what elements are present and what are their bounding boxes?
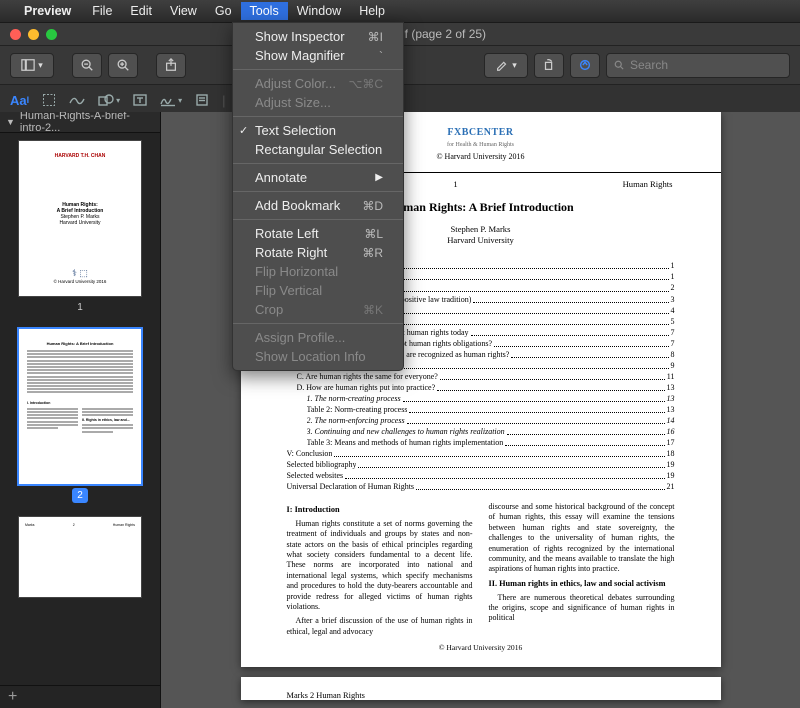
fxb-subtitle: for Health & Human Rights [447, 142, 514, 148]
menu-view[interactable]: View [161, 2, 206, 20]
search-field[interactable]: Search [606, 53, 790, 78]
text-tool[interactable] [133, 93, 147, 107]
menu-flip-horizontal: Flip Horizontal [233, 262, 403, 281]
view-mode-button[interactable]: ▾ [10, 53, 54, 78]
menu-assign-profile: Assign Profile... [233, 328, 403, 347]
add-page-button[interactable]: + [0, 685, 160, 708]
toc-row: Selected bibliography19 [287, 459, 675, 470]
checkmark-icon: ✓ [239, 124, 248, 137]
share-button[interactable] [156, 53, 186, 78]
thumbnail-page-3[interactable]: Marks2Human Rights [19, 517, 141, 597]
doc-author: Stephen P. Marks [451, 224, 511, 234]
thumbnail-label-1: 1 [72, 300, 88, 315]
page-footer: © Harvard University 2016 [287, 643, 675, 653]
zoom-window-button[interactable] [46, 29, 57, 40]
zoom-in-button[interactable] [108, 53, 138, 78]
para-4: There are numerous theoretical debates s… [489, 593, 675, 624]
toc-row: 2. The norm-enforcing process14 [287, 415, 675, 426]
close-window-button[interactable] [10, 29, 21, 40]
thumb1-logo: HARVARD T.H. CHAN [29, 153, 131, 159]
menu-flip-vertical: Flip Vertical [233, 281, 403, 300]
toc-row: D. How are human rights put into practic… [287, 382, 675, 393]
para-3: discourse and some historical background… [489, 502, 675, 575]
file-name: Human-Rights-A-brief-intro-2... [20, 112, 154, 134]
running-title: Human Rights [623, 179, 673, 190]
menubar: Preview File Edit View Go Tools Window H… [0, 0, 800, 23]
rotate-button[interactable] [534, 53, 564, 78]
heading-intro: I: Introduction [287, 505, 473, 516]
tools-menu-dropdown: Show Inspector⌘I Show Magnifier` Adjust … [232, 22, 404, 371]
doc-affil: Harvard University [447, 235, 514, 245]
menu-file[interactable]: File [83, 2, 121, 20]
heading-2: II. Human rights in ethics, law and soci… [489, 579, 675, 590]
thumbnail-label-2: 2 [72, 488, 88, 503]
toc-row: C. Are human rights the same for everyon… [287, 371, 675, 382]
sketch-tool[interactable] [69, 93, 85, 107]
rect-selection-tool[interactable] [42, 93, 56, 107]
page-3-top: Marks 2 Human Rights [241, 677, 721, 700]
thumbnail-page-1[interactable]: HARVARD T.H. CHAN Human Rights: A Brief … [19, 141, 141, 296]
thumb1-affil: Harvard University [29, 220, 131, 226]
submenu-arrow-icon: ▶ [375, 172, 383, 183]
menu-adjust-color: Adjust Color...⌥⌘C [233, 74, 403, 93]
run2-right: Human Rights [316, 691, 365, 700]
menu-rect-selection[interactable]: Rectangular Selection [233, 140, 403, 159]
toc-row: 3. Continuing and new challenges to huma… [287, 426, 675, 437]
menu-go[interactable]: Go [206, 2, 241, 20]
minimize-window-button[interactable] [28, 29, 39, 40]
toc-row: Table 2: Norm-creating process13 [287, 404, 675, 415]
app-name[interactable]: Preview [16, 2, 79, 20]
thumb1-copy: © Harvard University 2016 [29, 279, 131, 284]
file-header[interactable]: ▼ Human-Rights-A-brief-intro-2... [0, 112, 160, 133]
para-1: Human rights constitute a set of norms g… [287, 519, 473, 613]
toc-row: Selected websites19 [287, 470, 675, 481]
run2-center: 2 [310, 691, 314, 700]
menu-help[interactable]: Help [350, 2, 394, 20]
thumb1-logos: ⚕ ⬚ [29, 268, 131, 279]
thumbnail-page-2[interactable]: Human Rights: A Brief Introduction I. In… [19, 329, 141, 484]
menu-tools[interactable]: Tools [241, 2, 288, 20]
menu-add-bookmark[interactable]: Add Bookmark⌘D [233, 196, 403, 215]
run2-left: Marks [287, 691, 308, 700]
running-page-num: 1 [453, 179, 457, 190]
markup-button[interactable] [570, 53, 600, 78]
menu-rotate-right[interactable]: Rotate Right⌘R [233, 243, 403, 262]
search-placeholder: Search [630, 58, 668, 72]
toc-row: V: Conclusion18 [287, 448, 675, 459]
thumbnails-sidebar: ▼ Human-Rights-A-brief-intro-2... HARVAR… [0, 112, 161, 708]
menu-show-magnifier[interactable]: Show Magnifier` [233, 46, 403, 65]
sign-tool[interactable]: ▾ [160, 93, 182, 107]
menu-edit[interactable]: Edit [121, 2, 161, 20]
text-selection-tool[interactable]: AaI [10, 93, 29, 108]
menu-window[interactable]: Window [288, 2, 350, 20]
disclosure-triangle-icon[interactable]: ▼ [6, 117, 15, 127]
search-icon [613, 59, 625, 71]
highlight-button[interactable]: ▾ [484, 53, 528, 78]
menu-show-location: Show Location Info [233, 347, 403, 366]
menu-crop: Crop⌘K [233, 300, 403, 319]
menu-annotate[interactable]: Annotate▶ [233, 168, 403, 187]
note-tool[interactable] [195, 93, 209, 107]
toc-row: Universal Declaration of Human Rights21 [287, 481, 675, 492]
fxb-logo: FXBCENTER [447, 127, 513, 138]
menu-rotate-left[interactable]: Rotate Left⌘L [233, 224, 403, 243]
zoom-out-button[interactable] [72, 53, 102, 78]
toc-row: Table 3: Means and methods of human righ… [287, 437, 675, 448]
menu-adjust-size: Adjust Size... [233, 93, 403, 112]
para-2: After a brief discussion of the use of h… [287, 616, 473, 637]
toc-row: 1. The norm-creating process13 [287, 393, 675, 404]
menu-text-selection[interactable]: ✓Text Selection [233, 121, 403, 140]
shapes-tool[interactable]: ▾ [98, 93, 120, 107]
menu-show-inspector[interactable]: Show Inspector⌘I [233, 27, 403, 46]
